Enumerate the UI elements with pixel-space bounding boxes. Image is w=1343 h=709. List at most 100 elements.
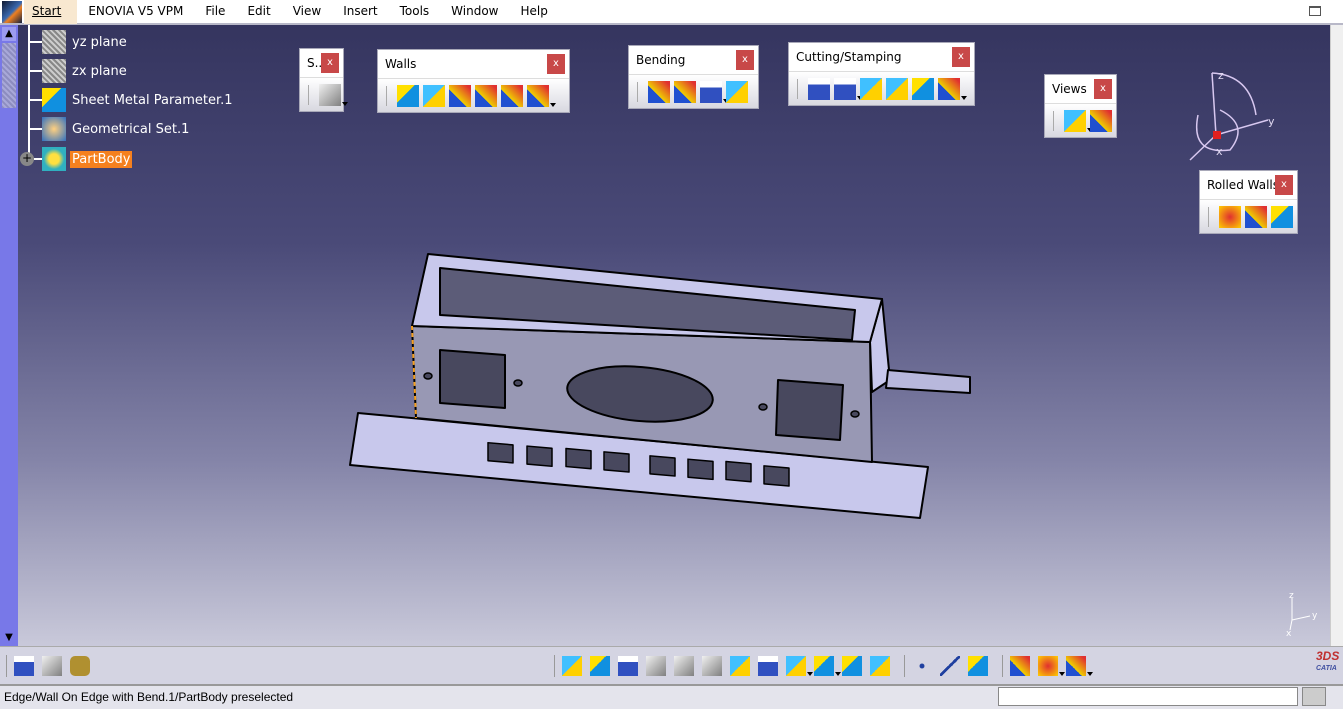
expand-plus-icon[interactable]: + [20, 152, 34, 166]
slot [763, 465, 790, 487]
sketch-icon[interactable] [319, 83, 348, 106]
close-icon[interactable]: x [736, 50, 754, 70]
chamfer-icon[interactable] [912, 77, 934, 100]
right-cutout [775, 379, 844, 441]
measure-icon[interactable] [14, 655, 34, 676]
menu-file[interactable]: File [194, 0, 236, 24]
hide-show-icon[interactable] [842, 655, 862, 676]
scroll-up-arrow-icon[interactable]: ▲ [2, 27, 16, 41]
left-cutout [439, 349, 506, 409]
slot [649, 455, 676, 477]
command-button[interactable] [1302, 687, 1326, 706]
scroll-thumb[interactable] [2, 43, 16, 108]
menu-tools[interactable]: Tools [389, 0, 441, 24]
menu-insert[interactable]: Insert [332, 0, 388, 24]
zoom-in-icon[interactable] [674, 655, 694, 676]
tree-node-sheet-metal-parameter[interactable]: Sheet Metal Parameter.1 [28, 88, 235, 112]
tree-node-partbody[interactable]: + PartBody [20, 147, 133, 171]
slot [526, 445, 553, 468]
tree-scrollbar[interactable]: ▲ ▼ [0, 25, 18, 646]
pattern-icon[interactable] [1038, 655, 1065, 676]
axis-x-label: x [1286, 629, 1292, 638]
measure-inertia-icon[interactable] [42, 655, 62, 676]
wall-recognition-icon[interactable] [423, 84, 445, 107]
part-body-icon [42, 147, 66, 171]
extrusion-icon[interactable] [501, 84, 523, 107]
swap-visible-space-icon[interactable] [870, 655, 890, 676]
wall-on-edge-icon[interactable] [475, 84, 497, 107]
slot [565, 447, 592, 470]
tree-node-geometrical-set[interactable]: Geometrical Set.1 [28, 117, 191, 141]
rod [885, 369, 971, 394]
wall-icon[interactable] [449, 84, 471, 107]
multi-view-icon[interactable] [758, 655, 778, 676]
slot [603, 451, 630, 473]
bend-extremity-icon[interactable] [1271, 205, 1293, 228]
slot [725, 460, 752, 483]
fold-unfold-icon[interactable] [1064, 109, 1093, 132]
hole [513, 379, 523, 387]
rolled-wall-icon[interactable] [1245, 205, 1267, 228]
menu-start[interactable]: Start [24, 0, 78, 24]
close-icon[interactable]: x [547, 54, 565, 74]
corner-relief-icon[interactable] [860, 77, 882, 100]
stamping-icon[interactable] [938, 77, 967, 100]
plane-icon [42, 30, 66, 54]
command-input[interactable] [998, 687, 1298, 706]
point-icon[interactable] [912, 655, 932, 676]
hole [423, 372, 433, 380]
close-icon[interactable]: x [1275, 175, 1293, 195]
sheet-metal-parameter-icon [42, 88, 66, 112]
close-icon[interactable]: x [1094, 79, 1112, 99]
menu-help[interactable]: Help [510, 0, 559, 24]
zoom-out-icon[interactable] [702, 655, 722, 676]
bend-icon[interactable] [648, 80, 670, 103]
compass-z-label: z [1218, 69, 1224, 82]
plane-icon [42, 59, 66, 83]
menu-view[interactable]: View [282, 0, 332, 24]
hole [758, 403, 768, 411]
cut-out-icon[interactable] [808, 77, 830, 100]
hole-icon[interactable] [834, 77, 863, 100]
axis-y-label: y [1312, 611, 1318, 621]
right-scrollbar[interactable] [1330, 25, 1343, 646]
folding-icon[interactable] [726, 80, 748, 103]
fit-all-icon[interactable] [590, 655, 610, 676]
menu-edit[interactable]: Edit [236, 0, 281, 24]
scroll-down-arrow-icon[interactable]: ▼ [2, 632, 16, 644]
fly-mode-icon[interactable] [562, 655, 582, 676]
catia-logo-icon[interactable] [2, 0, 22, 23]
line-icon[interactable] [940, 655, 960, 676]
tree-node-zx-plane[interactable]: zx plane [28, 59, 129, 83]
bottom-toolbar [0, 646, 1343, 684]
tree-node-yz-plane[interactable]: yz plane [28, 30, 129, 54]
menu-enovia[interactable]: ENOVIA V5 VPM [77, 0, 194, 24]
shading-icon[interactable] [814, 655, 841, 676]
compass[interactable]: z y x [1180, 65, 1300, 165]
unfolding-icon[interactable] [700, 80, 729, 103]
flange-icon[interactable] [527, 84, 556, 107]
normal-view-icon[interactable] [730, 655, 750, 676]
sheet-metal-parameters-icon[interactable] [397, 84, 419, 107]
axis-z-label: z [1289, 591, 1294, 601]
rotate-icon[interactable] [646, 655, 666, 676]
apply-material-icon[interactable] [70, 655, 90, 676]
3d-viewport[interactable] [18, 25, 1330, 646]
hole [850, 410, 860, 418]
hopper-icon[interactable] [1219, 205, 1241, 228]
cutting-stamping-toolbar: Cutting/Stamping x [788, 42, 975, 106]
menu-window[interactable]: Window [440, 0, 509, 24]
bend-from-flat-icon[interactable] [674, 80, 696, 103]
isometric-view-icon[interactable] [786, 655, 813, 676]
sheet-metal-model[interactable] [18, 25, 1330, 646]
scaling-icon[interactable] [1066, 655, 1093, 676]
pan-icon[interactable] [618, 655, 638, 676]
corner-icon[interactable] [886, 77, 908, 100]
close-icon[interactable]: x [952, 47, 970, 67]
compass-y-label: y [1268, 115, 1275, 128]
close-icon[interactable]: x [321, 53, 339, 73]
multi-viewer-icon[interactable] [1090, 109, 1112, 132]
plane-icon[interactable] [968, 655, 988, 676]
restore-window-button[interactable] [1309, 6, 1321, 16]
boolean-icon[interactable] [1010, 655, 1030, 676]
